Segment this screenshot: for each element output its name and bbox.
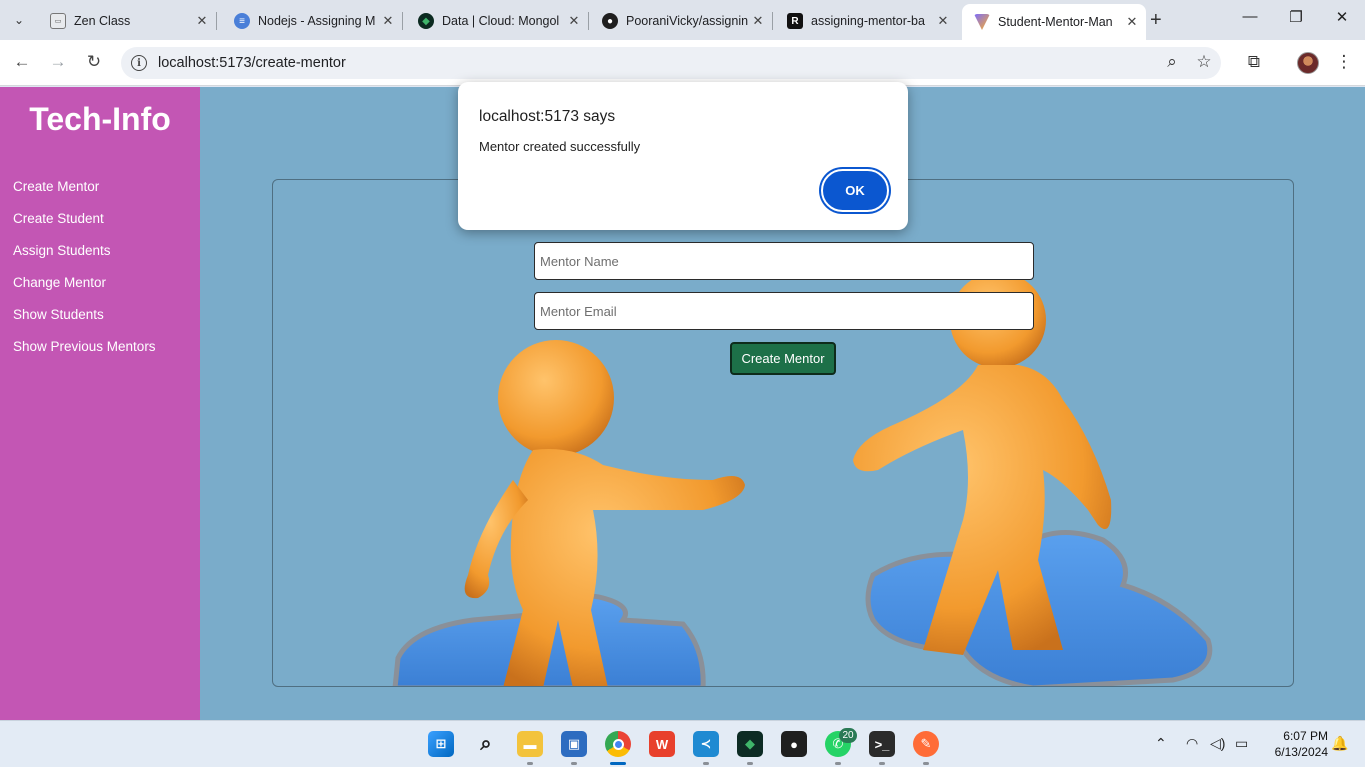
search-icon[interactable]: ⌕	[473, 731, 499, 757]
tab-title: Zen Class	[74, 14, 131, 28]
wps-office-icon[interactable]: W	[649, 731, 675, 757]
close-icon[interactable]: ✕	[192, 13, 212, 29]
extensions-puzzle-icon[interactable]: ⧉	[1243, 52, 1265, 72]
running-indicator	[747, 762, 753, 765]
tab-title: assigning-mentor-ba	[811, 14, 925, 28]
close-icon[interactable]: ✕	[748, 13, 768, 29]
tab-title: Nodejs - Assigning M	[258, 14, 376, 28]
running-indicator	[527, 762, 533, 765]
close-icon[interactable]: ✕	[378, 13, 398, 29]
zoom-magnifier-icon[interactable]: ⌕	[1161, 52, 1183, 72]
profile-avatar[interactable]	[1297, 52, 1319, 74]
forward-arrow-icon[interactable]: →	[45, 52, 71, 72]
alert-dialog: localhost:5173 says Mentor created succe…	[458, 82, 908, 230]
tab-zen-class[interactable]: ▭ Zen Class ✕	[38, 6, 217, 36]
vite-icon	[974, 14, 990, 30]
tab-separator	[216, 12, 217, 30]
browser-tab-strip: ⌄ ▭ Zen Class ✕ ≡ Nodejs - Assigning M ✕…	[0, 0, 1365, 40]
system-clock[interactable]: 6:07 PM 6/13/2024	[1262, 728, 1328, 760]
tab-separator	[588, 12, 589, 30]
clock-date: 6/13/2024	[1274, 745, 1328, 759]
create-mentor-button[interactable]: Create Mentor	[730, 342, 836, 375]
sidebar-item-show-previous-mentors[interactable]: Show Previous Mentors	[13, 339, 156, 371]
form-card: Create Mentor	[272, 179, 1294, 687]
sidebar-item-create-mentor[interactable]: Create Mentor	[13, 179, 156, 211]
battery-icon[interactable]: ▭	[1235, 735, 1248, 752]
tab-github[interactable]: ● PooraniVicky/assignin ✕	[590, 6, 773, 36]
site-info-icon[interactable]: i	[131, 55, 147, 71]
more-menu-icon[interactable]: ⋮	[1333, 52, 1355, 72]
postman-icon[interactable]: ✎	[913, 731, 939, 757]
running-indicator	[703, 762, 709, 765]
bookmark-star-icon[interactable]: ☆	[1193, 52, 1215, 72]
zen-class-icon: ▭	[50, 13, 66, 29]
sidebar-item-create-student[interactable]: Create Student	[13, 211, 156, 243]
vscode-icon[interactable]: ≺	[693, 731, 719, 757]
volume-icon[interactable]: ◁)	[1210, 735, 1225, 752]
mongodb-compass-icon[interactable]: ◆	[737, 731, 763, 757]
sidebar-item-assign-students[interactable]: Assign Students	[13, 243, 156, 275]
tab-nodejs[interactable]: ≡ Nodejs - Assigning M ✕	[222, 6, 403, 36]
sidebar-item-change-mentor[interactable]: Change Mentor	[13, 275, 156, 307]
tab-title: PooraniVicky/assignin	[626, 14, 748, 28]
render-icon: R	[787, 13, 803, 29]
url-text[interactable]: localhost:5173/create-mentor	[158, 55, 346, 71]
chevron-up-icon[interactable]: ⌃	[1155, 735, 1167, 752]
tab-student-mentor[interactable]: Student-Mentor-Man ✕	[962, 4, 1146, 40]
tab-separator	[772, 12, 773, 30]
tab-mongodb[interactable]: ◆ Data | Cloud: Mongol ✕	[406, 6, 589, 36]
whatsapp-notification-badge: 20	[839, 728, 857, 743]
github-desktop-icon[interactable]: ●	[781, 731, 807, 757]
restore-icon[interactable]: ❐	[1273, 8, 1319, 26]
mentor-name-input[interactable]	[534, 242, 1034, 280]
minimize-icon[interactable]: —	[1227, 8, 1273, 25]
brand-title: Tech-Info	[29, 101, 171, 137]
running-indicator	[879, 762, 885, 765]
tab-separator	[402, 12, 403, 30]
active-app-indicator	[610, 762, 626, 765]
mentor-email-input[interactable]	[534, 292, 1034, 330]
browser-toolbar: ← → ↻ i localhost:5173/create-mentor ⌕ ☆…	[0, 40, 1365, 86]
chrome-icon[interactable]	[605, 731, 631, 757]
sidebar-menu: Create Mentor Create Student Assign Stud…	[13, 179, 156, 371]
sidebar: Tech-Info Create Mentor Create Student A…	[0, 87, 200, 720]
running-indicator	[571, 762, 577, 765]
window-close-icon[interactable]: ✕	[1319, 8, 1365, 26]
ok-button[interactable]: OK	[821, 169, 889, 212]
dialog-message: Mentor created successfully	[479, 139, 641, 154]
file-explorer-icon[interactable]: ▬	[517, 731, 543, 757]
wifi-icon[interactable]: ◠	[1186, 735, 1198, 752]
new-tab-plus-icon[interactable]: +	[1150, 9, 1162, 32]
address-bar[interactable]: i localhost:5173/create-mentor	[121, 47, 1221, 79]
dialog-title: localhost:5173 says	[479, 108, 616, 125]
terminal-icon[interactable]: >_	[869, 731, 895, 757]
close-icon[interactable]: ✕	[564, 13, 584, 29]
windows-start-icon[interactable]: ⊞	[428, 731, 454, 757]
notification-bell-icon[interactable]: 🔔	[1331, 735, 1348, 752]
github-icon: ●	[602, 13, 618, 29]
store-icon[interactable]: ▣	[561, 731, 587, 757]
clock-time: 6:07 PM	[1283, 729, 1328, 743]
running-indicator	[835, 762, 841, 765]
close-icon[interactable]: ✕	[933, 13, 953, 29]
close-icon[interactable]: ✕	[1122, 14, 1142, 30]
tab-render[interactable]: R assigning-mentor-ba ✕	[775, 6, 957, 36]
running-indicator	[923, 762, 929, 765]
back-arrow-icon[interactable]: ←	[9, 52, 35, 72]
sidebar-item-show-students[interactable]: Show Students	[13, 307, 156, 339]
mongodb-leaf-icon: ◆	[418, 13, 434, 29]
tab-search-chevron-icon[interactable]: ⌄	[6, 8, 32, 32]
tab-title: Data | Cloud: Mongol	[442, 14, 560, 28]
guvi-icon: ≡	[234, 13, 250, 29]
windows-taskbar: ⊞ ⌕ ▬ ▣ W ≺ ◆ ● ✆ 20 >_ ✎ ⌃ ◠ ◁) ▭ 6:07 …	[0, 720, 1365, 767]
reload-icon[interactable]: ↻	[81, 52, 107, 72]
tab-title: Student-Mentor-Man	[998, 15, 1113, 29]
